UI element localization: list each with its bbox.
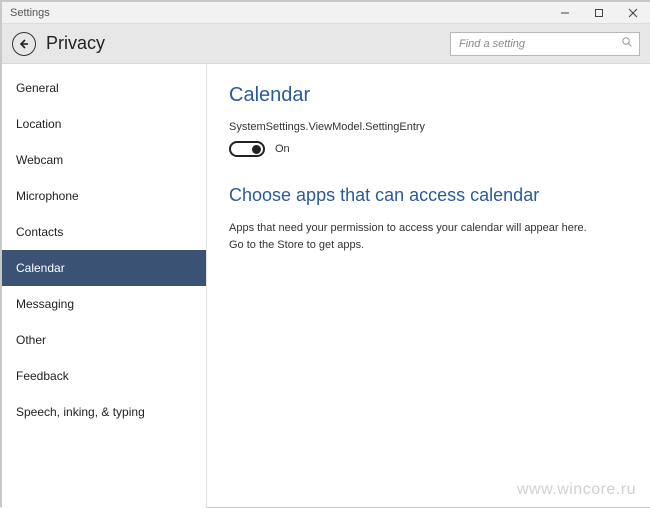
header: Privacy (2, 24, 650, 64)
sidebar-item-label: Messaging (16, 297, 74, 311)
sidebar-item-contacts[interactable]: Contacts (2, 214, 206, 250)
sidebar-item-label: Webcam (16, 153, 63, 167)
sidebar-item-label: General (16, 81, 59, 95)
sidebar-item-speech-inking-typing[interactable]: Speech, inking, & typing (2, 394, 206, 430)
close-icon (628, 8, 638, 18)
sidebar-item-label: Location (16, 117, 61, 131)
apps-subheading: Choose apps that can access calendar (229, 185, 628, 206)
search-icon (621, 36, 633, 51)
sidebar-item-label: Other (16, 333, 46, 347)
watermark: www.wincore.ru (517, 481, 636, 499)
sidebar-item-calendar[interactable]: Calendar (2, 250, 206, 286)
close-button[interactable] (616, 2, 650, 24)
sidebar-item-label: Microphone (16, 189, 79, 203)
calendar-access-toggle[interactable] (229, 141, 265, 157)
search-input[interactable] (457, 37, 621, 51)
sidebar-item-messaging[interactable]: Messaging (2, 286, 206, 322)
sidebar-item-other[interactable]: Other (2, 322, 206, 358)
sidebar-item-label: Contacts (16, 225, 63, 239)
sidebar-item-general[interactable]: General (2, 70, 206, 106)
sidebar-item-label: Calendar (16, 261, 65, 275)
back-arrow-icon (18, 38, 30, 50)
section-heading: Calendar (229, 84, 628, 107)
sidebar-item-feedback[interactable]: Feedback (2, 358, 206, 394)
minimize-icon (560, 8, 570, 18)
minimize-button[interactable] (548, 2, 582, 24)
maximize-button[interactable] (582, 2, 616, 24)
titlebar: Settings (2, 2, 650, 24)
sidebar-item-label: Speech, inking, & typing (16, 405, 145, 419)
page-title: Privacy (46, 33, 105, 54)
toggle-state-label: On (275, 143, 290, 155)
sidebar-item-location[interactable]: Location (2, 106, 206, 142)
sidebar-item-label: Feedback (16, 369, 69, 383)
apps-description: Apps that need your permission to access… (229, 220, 599, 253)
content-pane: Calendar SystemSettings.ViewModel.Settin… (207, 64, 650, 508)
sidebar-item-webcam[interactable]: Webcam (2, 142, 206, 178)
toggle-knob (252, 145, 261, 154)
maximize-icon (594, 8, 604, 18)
search-box[interactable] (450, 32, 640, 56)
setting-entry-label: SystemSettings.ViewModel.SettingEntry (229, 121, 628, 133)
sidebar-item-microphone[interactable]: Microphone (2, 178, 206, 214)
window-title: Settings (10, 7, 50, 19)
sidebar: General Location Webcam Microphone Conta… (2, 64, 207, 508)
back-button[interactable] (12, 32, 36, 56)
